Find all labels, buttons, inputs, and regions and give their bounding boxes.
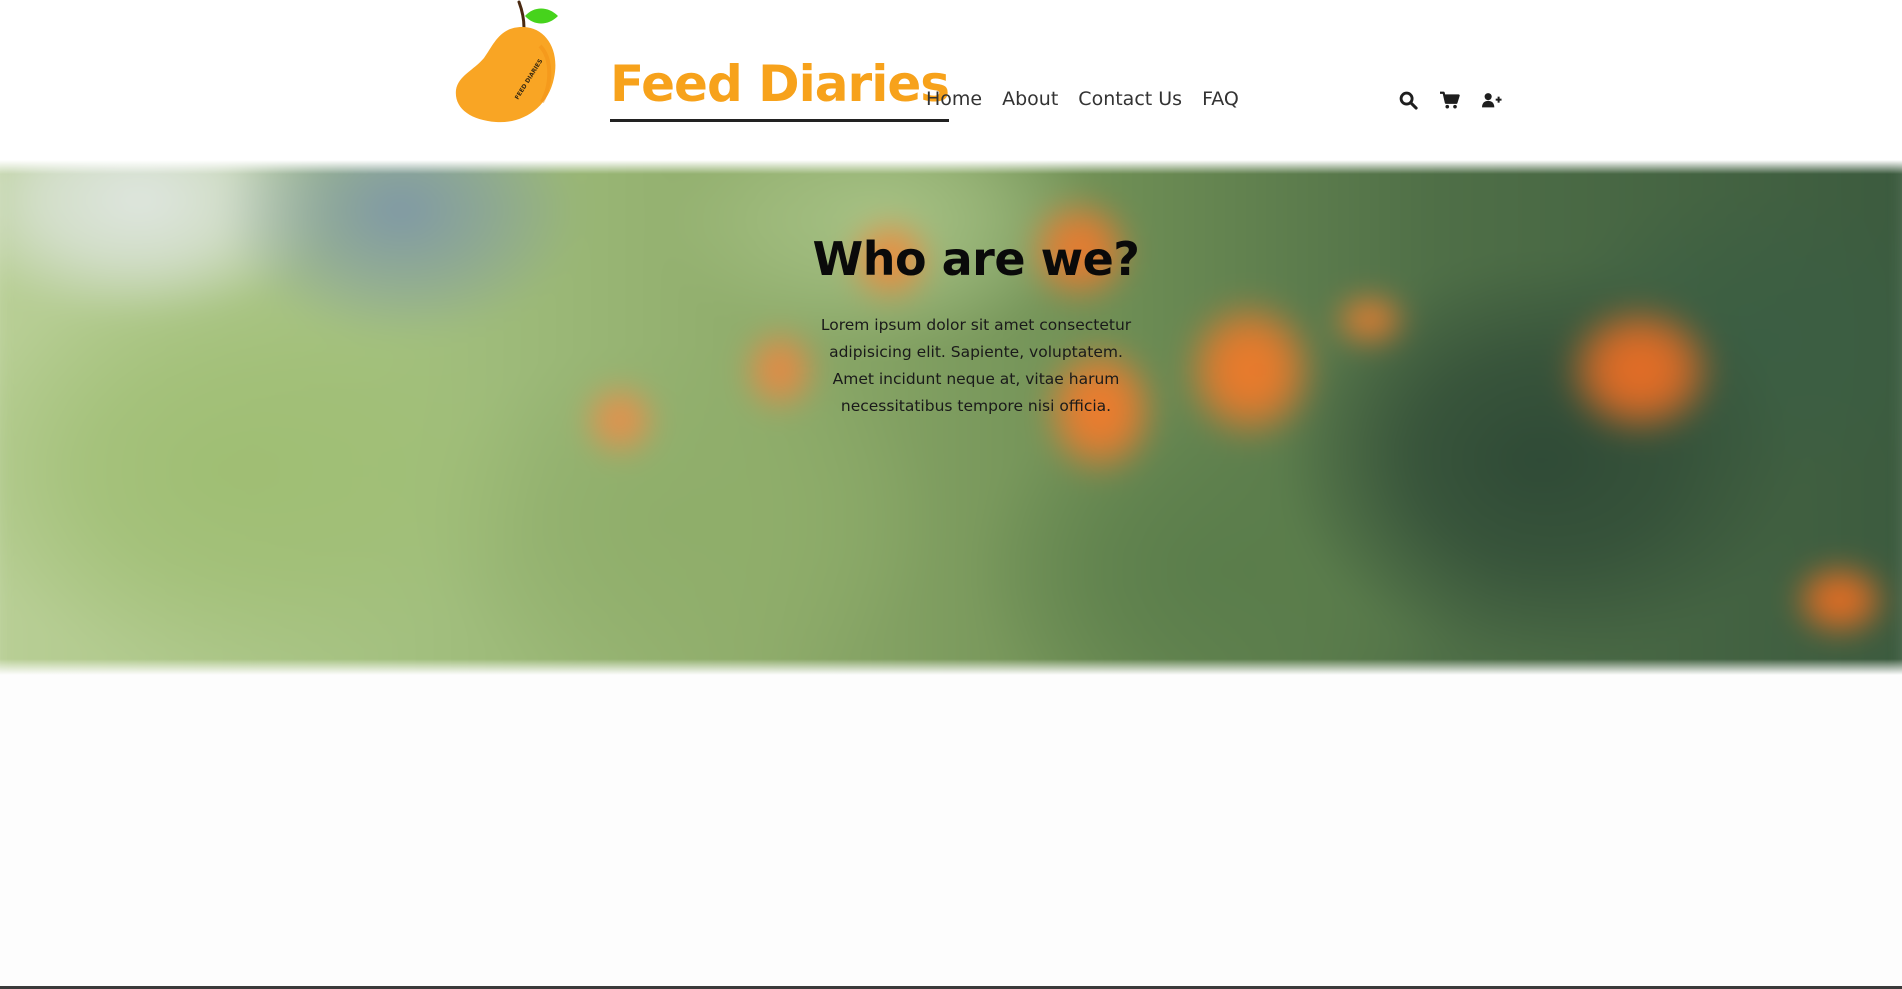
hero-title: Who are we? (812, 232, 1140, 286)
nav-home[interactable]: Home (926, 88, 982, 110)
user-plus-icon[interactable] (1482, 90, 1502, 110)
search-icon[interactable] (1398, 90, 1418, 110)
nav-about[interactable]: About (1002, 88, 1058, 110)
brand-title[interactable]: Feed Diaries (610, 50, 950, 122)
hero-description: Lorem ipsum dolor sit amet consectetur a… (820, 316, 1132, 415)
hero-section: Who are we? Lorem ipsum dolor sit amet c… (0, 160, 1902, 675)
nav-faq[interactable]: FAQ (1202, 88, 1239, 110)
nav-contact-us[interactable]: Contact Us (1078, 88, 1182, 110)
about-page: FEED DIARIES Feed Diaries Home About Con… (0, 0, 1902, 989)
cart-icon[interactable] (1440, 90, 1460, 110)
header-actions (1398, 90, 1502, 110)
site-header: FEED DIARIES Feed Diaries Home About Con… (0, 0, 1902, 160)
mango-logo[interactable]: FEED DIARIES (448, 0, 566, 124)
main-nav: Home About Contact Us FAQ (926, 88, 1239, 110)
